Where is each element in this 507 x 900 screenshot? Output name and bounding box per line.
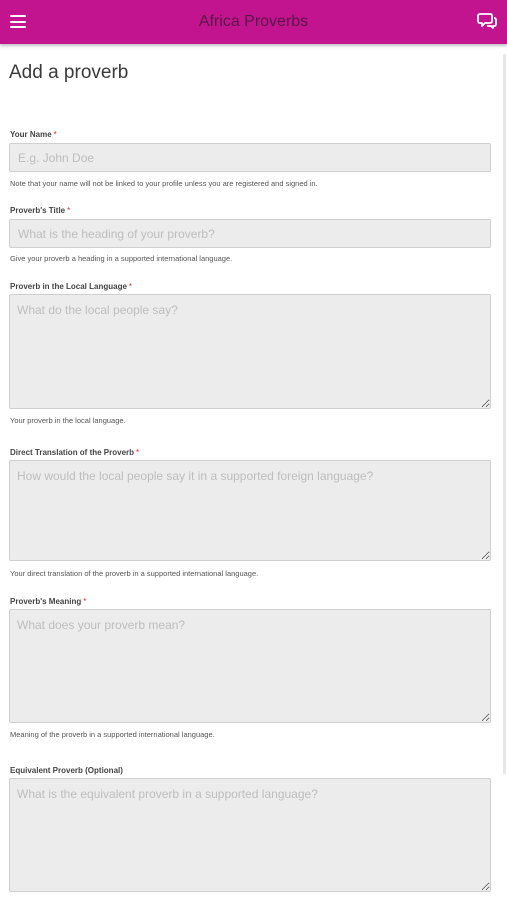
- name-label: Your Name *: [10, 130, 57, 139]
- translation-help: Your direct translation of the proverb i…: [10, 569, 259, 578]
- chat-icon[interactable]: [477, 11, 497, 31]
- required-mark: *: [83, 597, 87, 606]
- local-label: Proverb in the Local Language *: [10, 282, 133, 291]
- required-mark: *: [67, 206, 71, 215]
- meaning-help: Meaning of the proverb in a supported in…: [10, 730, 215, 739]
- title-label: Proverb's Title *: [10, 206, 71, 215]
- required-mark: *: [136, 448, 140, 457]
- local-language-textarea[interactable]: [9, 294, 491, 409]
- translation-textarea[interactable]: [9, 460, 491, 561]
- equivalent-label: Equivalent Proverb (Optional): [10, 766, 123, 775]
- app-title: Africa Proverbs: [198, 13, 309, 30]
- title-input[interactable]: [9, 219, 491, 248]
- meaning-label: Proverb's Meaning *: [10, 597, 87, 606]
- translation-label: Direct Translation of the Proverb *: [10, 448, 140, 457]
- name-input[interactable]: [9, 143, 491, 172]
- page-title: Add a proverb: [9, 62, 129, 83]
- local-help: Your proverb in the local language.: [10, 416, 126, 425]
- meaning-textarea[interactable]: [9, 609, 491, 723]
- required-mark: *: [53, 130, 57, 139]
- scrollbar[interactable]: [503, 54, 506, 774]
- name-help: Note that your name will not be linked t…: [10, 179, 318, 188]
- app-header: Africa Proverbs: [0, 0, 507, 44]
- equivalent-textarea[interactable]: [9, 778, 491, 892]
- required-mark: *: [128, 282, 133, 291]
- title-help: Give your proverb a heading in a support…: [10, 254, 233, 263]
